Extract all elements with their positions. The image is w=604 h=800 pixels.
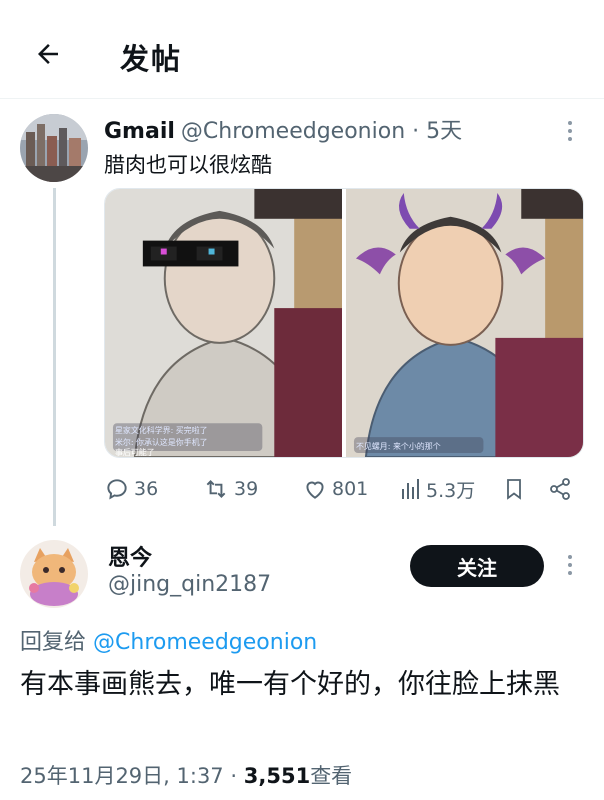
views-count: 5.3万 xyxy=(426,479,476,502)
repost-button[interactable]: 39 xyxy=(202,474,258,504)
thread-line xyxy=(53,188,56,526)
page-title: 发帖 xyxy=(120,42,183,76)
tweet-text: 腊肉也可以很炫酷 xyxy=(104,153,272,177)
separator-dot: · xyxy=(412,119,420,144)
bookmark-button[interactable] xyxy=(502,474,526,504)
tweet-actions: 36 39 801 5.3万 xyxy=(104,474,584,504)
reply-icon xyxy=(107,479,127,500)
reply-to-label: 回复给 xyxy=(20,630,87,655)
like-count: 801 xyxy=(332,478,369,500)
repost-count: 39 xyxy=(234,478,259,500)
back-arrow-icon xyxy=(38,44,58,64)
like-button[interactable]: 801 xyxy=(302,474,368,504)
share-button[interactable] xyxy=(548,474,572,504)
avatar[interactable] xyxy=(20,540,88,608)
media-grid: 星家文化科学界: 买完啦了 米尔: 你承认这是你手机了 事后可能了 不见螺月: … xyxy=(104,188,584,458)
display-name[interactable]: 恩今 xyxy=(108,540,152,572)
portrait-sunglasses-image: 星家文化科学界: 买完啦了 米尔: 你承认这是你手机了 事后可能了 xyxy=(105,189,342,457)
bookmark-icon xyxy=(507,479,521,500)
media-overlay-line-1: 星家文化科学界: 买完啦了 xyxy=(115,425,208,435)
user-handle[interactable]: @Chromeedgeonion xyxy=(181,119,405,144)
media-overlay-line-2: 米尔: 你承认这是你手机了 xyxy=(115,437,208,447)
avatar[interactable] xyxy=(20,114,88,182)
city-avatar-image xyxy=(20,114,88,182)
share-icon xyxy=(550,478,570,500)
more-icon xyxy=(568,555,572,575)
back-button[interactable] xyxy=(30,36,66,72)
separator-dot: · xyxy=(230,764,238,788)
more-options-button[interactable] xyxy=(562,552,578,578)
view-count: 3,551 xyxy=(243,764,311,788)
reply-to-handle-link[interactable]: @Chromeedgeonion xyxy=(93,630,317,655)
reply-count: 36 xyxy=(134,478,159,500)
tweet-text: 有本事画熊去，唯一有个好的，你往脸上抹黑 xyxy=(20,669,560,700)
media-overlay-footer: 事后可能了 xyxy=(115,447,155,457)
header-divider xyxy=(0,98,604,99)
portrait-horns-image: 不见螺月: 来个小的那个 xyxy=(346,189,583,457)
views-label: 查看 xyxy=(310,764,353,788)
like-icon xyxy=(306,481,324,499)
follow-button[interactable]: 关注 xyxy=(410,545,544,587)
cartoon-cat-avatar-image xyxy=(20,540,88,608)
reply-button[interactable]: 36 xyxy=(104,474,158,504)
more-icon xyxy=(568,121,572,141)
media-image-2[interactable]: 不见螺月: 来个小的那个 xyxy=(346,189,583,457)
tweet-meta: 25年11月29日, 1:37 · 3,551查看 xyxy=(20,760,352,790)
reply-context: 回复给 @Chromeedgeonion xyxy=(20,624,317,656)
more-options-button[interactable] xyxy=(562,118,578,144)
tweet-time[interactable]: 5天 xyxy=(426,119,462,144)
tweet-date[interactable]: 25年11月29日, 1:37 xyxy=(20,764,224,788)
tweet-header: Gmail @Chromeedgeonion · 5天 xyxy=(104,113,462,145)
top-bar: 发帖 xyxy=(0,0,604,98)
views-button[interactable]: 5.3万 xyxy=(400,474,475,504)
media-overlay-line-3: 不见螺月: 来个小的那个 xyxy=(356,441,441,451)
display-name[interactable]: Gmail xyxy=(104,119,175,144)
repost-icon xyxy=(206,480,226,498)
media-image-1[interactable]: 星家文化科学界: 买完啦了 米尔: 你承认这是你手机了 事后可能了 xyxy=(105,189,342,457)
views-icon xyxy=(402,479,419,499)
user-handle[interactable]: @jing_qin2187 xyxy=(108,572,271,597)
